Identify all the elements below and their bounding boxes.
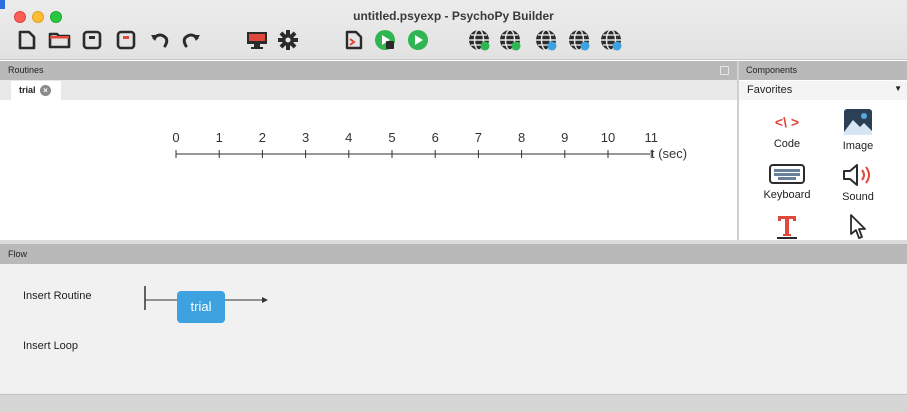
tab-trial[interactable]: trial xyxy=(11,81,61,100)
caret-down-icon: ▼ xyxy=(894,84,902,93)
maximize-panel-icon[interactable] xyxy=(720,66,729,75)
components-panel-header: Components xyxy=(739,61,907,80)
close-tab-icon[interactable]: × xyxy=(40,85,51,96)
save-icon[interactable] xyxy=(79,27,105,53)
flow-panel-header: Flow xyxy=(0,244,907,264)
open-folder-icon[interactable] xyxy=(47,27,73,53)
flow-line xyxy=(144,286,268,310)
timeline-tick-label: 9 xyxy=(561,130,568,145)
speaker-icon xyxy=(843,164,870,186)
component-keyboard-label: Keyboard xyxy=(763,189,811,201)
routines-header-label: Routines xyxy=(8,65,44,75)
window-title: untitled.psyexp - PsychoPy Builder xyxy=(353,9,554,23)
image-icon xyxy=(844,109,872,135)
text-icon xyxy=(777,216,797,239)
redo-icon[interactable] xyxy=(178,27,204,53)
component-keyboard[interactable]: Keyboard xyxy=(757,163,817,201)
timeline-tick-label: 7 xyxy=(475,130,482,145)
run-icon[interactable] xyxy=(405,27,431,53)
pavlovia-sync-icon[interactable] xyxy=(466,27,492,53)
psychopy-builder-window: untitled.psyexp - PsychoPy Builder Routi… xyxy=(0,0,907,412)
code-icon: <\ > xyxy=(774,114,800,130)
pavlovia-user-icon[interactable] xyxy=(533,27,559,53)
timeline-tick-label: 3 xyxy=(302,130,309,145)
pilot-icon[interactable] xyxy=(372,27,398,53)
timeline-tick-label: 2 xyxy=(259,130,266,145)
routine-tab-strip xyxy=(0,80,737,100)
timeline-tick-label: 1 xyxy=(216,130,223,145)
new-file-icon[interactable] xyxy=(14,27,40,53)
timeline-tick-label: 0 xyxy=(172,130,179,145)
routines-panel-header: Routines xyxy=(0,61,737,80)
flow-header-label: Flow xyxy=(8,249,28,259)
window-edge-accent xyxy=(0,0,5,9)
pavlovia-search-icon[interactable] xyxy=(497,27,523,53)
timeline-tick-label: 8 xyxy=(518,130,525,145)
compile-script-icon[interactable] xyxy=(341,27,367,53)
routine-timeline: 0 1 2 3 4 5 6 7 8 9 10 11 t (sec) xyxy=(172,130,687,161)
component-image-label: Image xyxy=(842,140,874,152)
timeline-unit-label: t (sec) xyxy=(651,146,687,161)
components-header-label: Components xyxy=(746,65,798,75)
component-text[interactable] xyxy=(757,213,817,239)
component-image[interactable]: Image xyxy=(828,108,888,152)
timeline-tick-label: 11 xyxy=(644,130,658,145)
timeline-tick-label: 6 xyxy=(432,130,439,145)
timeline-tick-label: 5 xyxy=(388,130,395,145)
component-sound[interactable]: Sound xyxy=(828,163,888,203)
keyboard-icon xyxy=(769,164,805,184)
component-code-label: Code xyxy=(773,138,801,150)
pavlovia-info-icon[interactable] xyxy=(598,27,624,53)
flow-routine-trial[interactable]: trial xyxy=(177,291,225,323)
mouse-cursor-icon xyxy=(850,214,866,239)
tab-trial-label: trial xyxy=(19,85,36,95)
undo-icon[interactable] xyxy=(147,27,173,53)
category-label: Favorites xyxy=(747,84,793,96)
settings-gear-icon[interactable] xyxy=(275,27,301,53)
pavlovia-project-icon[interactable] xyxy=(566,27,592,53)
component-mouse[interactable] xyxy=(828,213,888,241)
component-code[interactable]: <\ > Code xyxy=(757,112,817,150)
title-bar: untitled.psyexp - PsychoPy Builder xyxy=(0,0,907,60)
components-category-favorites[interactable]: Favorites ▼ xyxy=(739,81,907,100)
timeline-tick-label: 4 xyxy=(345,130,352,145)
component-sound-label: Sound xyxy=(842,191,874,203)
save-as-icon[interactable] xyxy=(113,27,139,53)
timeline-tick-label: 10 xyxy=(601,130,615,145)
status-bar xyxy=(0,394,907,412)
flow-end-arrow xyxy=(262,297,268,303)
monitor-icon[interactable] xyxy=(244,27,270,53)
